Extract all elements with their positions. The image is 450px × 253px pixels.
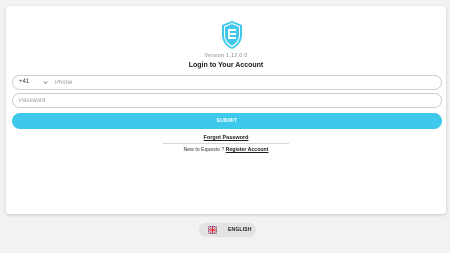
phone-field: +41	[12, 75, 442, 90]
login-card: Version 1.12.0.0 Login to Your Account +…	[6, 6, 446, 214]
shield-logo-icon	[222, 21, 242, 49]
forgot-password-link[interactable]: Forgot Password	[6, 135, 446, 141]
chevron-down-icon[interactable]	[43, 80, 48, 85]
app-version: Version 1.12.0.0	[204, 53, 248, 59]
language-label: ENGLISH	[228, 227, 252, 233]
country-code-select[interactable]: +41	[19, 79, 29, 85]
register-account-link[interactable]: Register Account	[226, 147, 269, 153]
phone-input[interactable]	[55, 78, 435, 88]
register-prompt: New to Equesio ?	[183, 147, 225, 153]
password-input[interactable]	[19, 96, 429, 106]
password-field	[12, 93, 442, 108]
page-title: Login to Your Account	[188, 62, 264, 69]
uk-flag-icon	[208, 226, 217, 234]
submit-button[interactable]: SUBMIT	[12, 113, 442, 129]
divider	[163, 143, 289, 144]
register-line: New to Equesio ? Register Account	[6, 147, 446, 153]
language-selector[interactable]: ENGLISH	[199, 223, 256, 237]
